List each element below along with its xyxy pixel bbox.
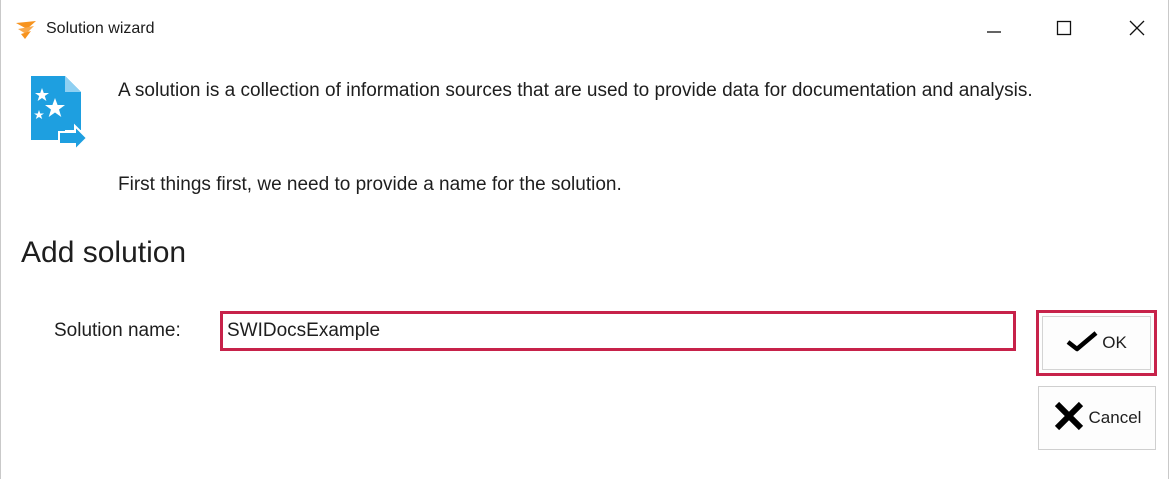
ok-button-label: OK [1102,333,1127,352]
minimize-icon [986,20,1002,41]
solution-document-stars-icon [25,74,89,153]
ok-button[interactable]: OK [1036,310,1157,376]
solution-name-input[interactable] [220,311,1016,351]
section-title: Add solution [21,236,187,269]
x-cancel-icon [1053,400,1085,437]
ok-button-focus-border [1042,316,1151,370]
close-button[interactable] [1114,10,1160,50]
solution-name-label: Solution name: [54,320,181,341]
info-instruction: First things first, we need to provide a… [118,174,622,195]
minimize-button[interactable] [971,10,1017,50]
close-icon [1129,20,1145,41]
maximize-button[interactable] [1041,10,1087,50]
window-title: Solution wizard [46,20,155,37]
title-bar: Solution wizard [1,0,1168,60]
solution-wizard-window: Solution wizard A solution is a collecti… [0,0,1169,479]
maximize-icon [1056,20,1072,41]
solarwinds-flame-icon [15,20,37,40]
cancel-button-label: Cancel [1088,408,1142,427]
cancel-button[interactable]: Cancel [1038,386,1156,450]
info-description: A solution is a collection of informatio… [118,80,1033,101]
